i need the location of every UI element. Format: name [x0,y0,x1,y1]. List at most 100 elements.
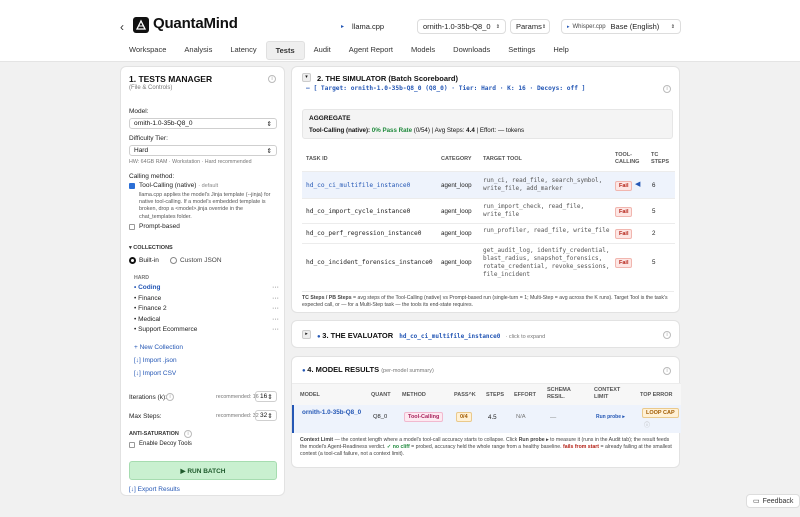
params-select[interactable]: Params ⇕ [510,19,550,34]
table-row[interactable]: hd_co_incident_forensics_instance0 agent… [302,243,675,281]
task-tools: run_profiler, read_file, write_file [483,227,610,234]
aggregate-box: AGGREGATE Tool-Calling (native): 0% Pass… [302,109,673,139]
back-chevron-icon[interactable]: ‹ [120,20,124,34]
tool-calling-description: llama.cpp applies the model's Jinja temp… [139,192,271,220]
table-row[interactable]: hd_co_ci_multifile_instance0 agent_loop … [302,171,675,198]
collapse-icon[interactable]: ▾ [302,73,311,82]
evaluator-heading: ● 3. THE EVALUATOR hd_co_ci_multifile_in… [317,331,545,340]
more-icon[interactable]: ··· [272,305,279,316]
tab-latency[interactable]: Latency [221,41,265,60]
tc-steps: 5 [652,259,656,266]
info-icon[interactable]: i [184,430,192,438]
builtin-radio[interactable] [129,257,136,264]
tab-help[interactable]: Help [544,41,577,60]
tab-downloads[interactable]: Downloads [444,41,499,60]
new-collection-link[interactable]: + New Collection [134,344,183,351]
tab-analysis[interactable]: Analysis [175,41,221,60]
max-steps-stepper[interactable]: 32 ⇕ [255,410,277,421]
run-batch-button[interactable]: ▶ RUN BATCH [129,461,277,480]
tab-tests[interactable]: Tests [265,41,305,60]
whisper-select[interactable]: ▸ Whisper.cpp Base (English) ⇕ [561,19,681,34]
results-row[interactable]: ornith-1.0-35b-Q8_0 Q8_0 Tool-Calling 0/… [292,405,681,433]
feedback-button[interactable]: ▭ Feedback [746,494,800,508]
prompt-based-checkbox[interactable] [129,224,135,230]
more-icon[interactable]: ··· [272,295,279,306]
collection-label: Finance [138,294,162,302]
whisper-label: Whisper.cpp [572,23,606,30]
task-tools: run_import_check, read_file, write_file [483,203,585,218]
table-header: TASK ID CATEGORY TARGET TOOL TOOL-CALLIN… [302,151,675,171]
note-fails: fails from start [563,444,600,450]
custom-json-radio[interactable] [170,257,177,264]
collection-label: Coding [138,284,161,291]
chat-icon: ▭ [753,498,760,505]
collections-header[interactable]: ▾ COLLECTIONS [129,245,173,251]
import-csv-link[interactable]: [↓] Import CSV [134,370,176,377]
results-header-row: MODEL QUANT METHOD PASS^K STEPS EFFORT S… [292,383,681,405]
simulator-panel: ▾ 2. THE SIMULATOR (Batch Scoreboard) – … [291,66,680,313]
tab-workspace[interactable]: Workspace [120,41,175,60]
manager-model-select[interactable]: ornith-1.0-35b-Q8_0 ⇕ [129,118,277,129]
collection-item-support-ecommerce[interactable]: • Support Ecommerce ··· [134,326,279,337]
evaluator-panel[interactable]: ▸ ● 3. THE EVALUATOR hd_co_ci_multifile_… [291,320,680,348]
tab-audit[interactable]: Audit [305,41,340,60]
task-tools: run_ci, read_file, search_symbol, write_… [483,177,603,192]
info-icon[interactable]: i [166,393,174,401]
collection-item-finance[interactable]: • Finance ··· [134,295,279,306]
expand-icon[interactable]: ▸ [302,330,311,339]
tab-agent-report[interactable]: Agent Report [340,41,402,60]
header-top-error: TOP ERROR [640,392,673,398]
tests-manager-panel: 1. TESTS MANAGER (File & Controls) i Mod… [120,66,285,496]
more-icon[interactable]: ··· [272,326,279,337]
task-category: agent_loop [441,259,472,266]
custom-json-label: Custom JSON [180,257,222,264]
collection-item-coding[interactable]: • Coding ··· [134,284,279,295]
play-icon[interactable]: ▸ [341,23,344,30]
info-icon[interactable]: i [268,75,276,83]
task-id: hd_co_import_cycle_instance0 [306,208,411,215]
max-steps-recommended: recommended: 32 [216,413,259,419]
collection-item-finance-2[interactable]: • Finance 2 ··· [134,305,279,316]
header-pass: PASS^K [454,392,476,398]
decoy-label: Enable Decoy Tools [139,441,192,447]
tier-select[interactable]: Hard ⇕ [129,145,277,156]
iterations-stepper[interactable]: 16 ⇕ [255,391,277,402]
tool-calling-checkbox[interactable] [129,183,135,189]
import-json-link[interactable]: [↓] Import .json [134,357,177,364]
chevron-updown-icon: ⇕ [670,23,675,30]
decoy-checkbox[interactable] [129,442,135,448]
header-tc-steps: TC STEPS [651,152,670,165]
whisper-model-value: Base (English) [610,22,660,31]
more-icon[interactable]: ··· [272,284,279,295]
export-results-link[interactable]: [↓] Export Results [129,486,180,493]
hw-note: HW: 64GB RAM · Workstation · Hard recomm… [129,159,252,165]
model-select-value: ornith-1.0-35b-Q8_0 [423,22,491,31]
note-bold: Context Limit [300,437,334,443]
info-icon[interactable]: i [663,367,671,375]
header-target-tool: TARGET TOOL [483,156,522,162]
collection-label: Finance 2 [138,305,167,312]
table-row[interactable]: hd_co_import_cycle_instance0 agent_loop … [302,198,675,223]
model-select[interactable]: ornith-1.0-35b-Q8_0 ⇕ [417,19,506,34]
iterations-label: Iterations (k): [129,394,167,401]
more-icon[interactable]: ··· [272,316,279,327]
tab-models[interactable]: Models [402,41,444,60]
prompt-based-label: Prompt-based [139,223,180,230]
builtin-label: Built-in [139,257,159,264]
scoreboard-footnote: TC Steps / PB Steps = avg steps of the T… [302,291,674,309]
info-icon[interactable]: i [663,85,671,93]
run-probe-button[interactable]: Run probe ▸ [596,414,625,420]
table-row[interactable]: hd_co_perf_regression_instance0 agent_lo… [302,223,675,243]
scoreboard-table: TASK ID CATEGORY TARGET TOOL TOOL-CALLIN… [302,151,675,281]
context-limit-note: Context Limit — the context length where… [300,437,674,458]
feedback-label: Feedback [762,497,794,505]
tab-settings[interactable]: Settings [499,41,544,60]
collection-item-medical[interactable]: • Medical ··· [134,316,279,327]
chevron-updown-icon: ⇕ [495,23,500,30]
model-results-panel: ● 4. MODEL RESULTS (per-model summary) i… [291,356,681,468]
info-icon[interactable]: i [663,331,671,339]
backend-select[interactable]: llama.cpp [352,22,384,31]
result-model: ornith-1.0-35b-Q8_0 [302,409,362,416]
model-label: Model: [129,108,149,115]
info-icon[interactable]: ⓘ [644,420,650,429]
